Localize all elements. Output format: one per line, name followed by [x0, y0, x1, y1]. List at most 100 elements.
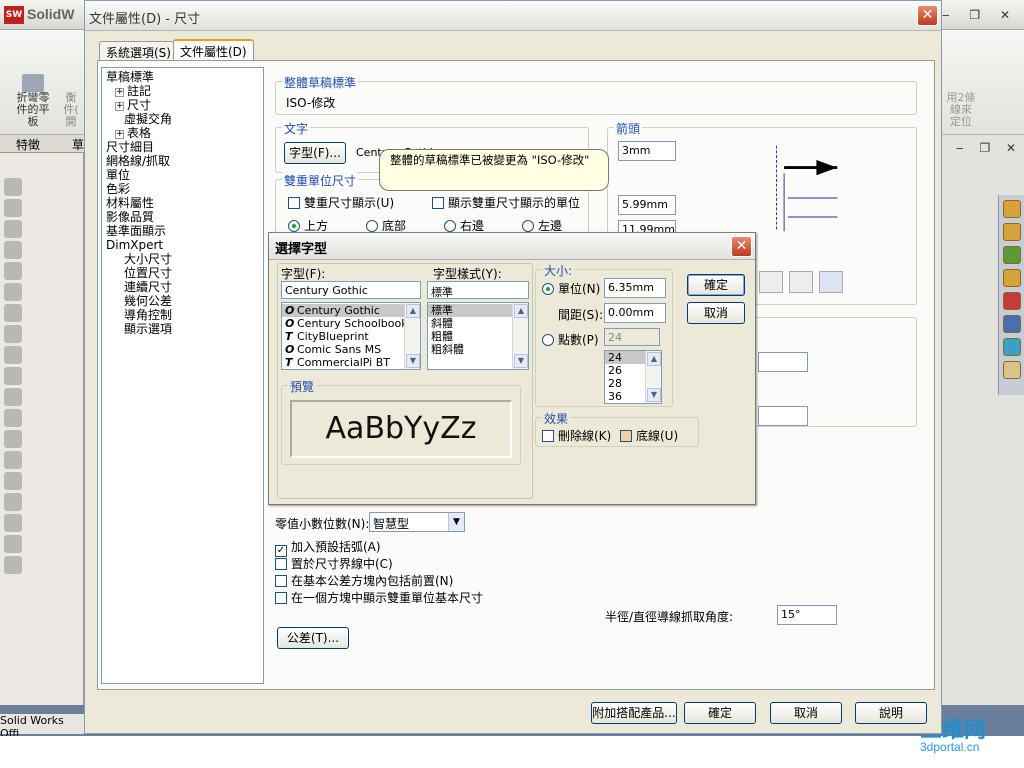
- font-list-item[interactable]: T CommercialPi BT: [282, 356, 420, 369]
- tree-item[interactable]: 網格線/抓取: [106, 154, 170, 168]
- dual-display-checkbox[interactable]: 雙重尺寸顯示(U): [288, 194, 394, 211]
- tree-item[interactable]: + 表格: [115, 126, 151, 140]
- feature-icon[interactable]: [4, 535, 22, 553]
- option-checkbox[interactable]: 置於尺寸界線中(C): [275, 555, 393, 572]
- tree-item[interactable]: + 尺寸: [115, 98, 151, 112]
- tree-item[interactable]: 尺寸細目: [106, 140, 154, 154]
- tree-item[interactable]: 單位: [106, 168, 130, 182]
- feature-icon[interactable]: [4, 451, 22, 469]
- view-palette-icon[interactable]: [1003, 315, 1021, 333]
- tree-item[interactable]: 草稿標準: [106, 70, 154, 84]
- arrow-style-smart-icon[interactable]: [819, 271, 843, 293]
- style-list-scrollbar[interactable]: ▲ ▼: [512, 303, 528, 369]
- point-list-scrollbar[interactable]: ▲ ▼: [645, 351, 661, 403]
- font-ok-button[interactable]: 確定: [687, 274, 745, 296]
- arrow-style-outside-icon[interactable]: [789, 271, 813, 293]
- tree-item[interactable]: 色彩: [106, 182, 130, 196]
- toolbox-icon[interactable]: [1003, 292, 1021, 310]
- feature-icon[interactable]: [4, 283, 22, 301]
- tree-item[interactable]: 連續尺寸: [124, 280, 172, 294]
- feature-icon[interactable]: [4, 388, 22, 406]
- feature-icon[interactable]: [4, 367, 22, 385]
- style-input[interactable]: 標準: [427, 281, 529, 299]
- feature-icon[interactable]: [4, 241, 22, 259]
- cancel-button[interactable]: 取消: [770, 702, 842, 724]
- chevron-down-icon[interactable]: ▼: [514, 354, 528, 368]
- radial-snap-field[interactable]: 15°: [777, 605, 837, 625]
- tolerance-button[interactable]: 公差(T)...: [277, 627, 349, 649]
- tree-item[interactable]: 位置尺寸: [124, 266, 172, 280]
- checkbox-box[interactable]: [275, 592, 287, 604]
- strikeout-checkbox[interactable]: 刪除線(K): [542, 427, 611, 444]
- app-window-controls[interactable]: ‒ ❐ ✕: [942, 8, 1018, 22]
- tree-item[interactable]: + 註記: [115, 84, 151, 98]
- feature-icon[interactable]: [4, 556, 22, 574]
- checkbox-box[interactable]: [275, 575, 287, 587]
- style-list[interactable]: 標準 斜體 粗體 粗斜體 ▲ ▼: [427, 302, 529, 370]
- chevron-down-icon[interactable]: ▼: [448, 513, 464, 531]
- font-list-item[interactable]: T CityBlueprint: [282, 330, 420, 343]
- points-field[interactable]: 24: [604, 328, 660, 346]
- document-window-controls[interactable]: ‒ ❐ ✕: [956, 141, 1022, 155]
- ok-button[interactable]: 確定: [684, 702, 756, 724]
- folder-icon[interactable]: [1003, 269, 1021, 287]
- tab-sketch[interactable]: 草: [72, 136, 84, 153]
- feature-icon[interactable]: [4, 514, 22, 532]
- feature-icon[interactable]: [4, 262, 22, 280]
- sheet-metal-flatten-icon[interactable]: [22, 74, 44, 92]
- tree-item[interactable]: 幾何公差: [124, 294, 172, 308]
- chevron-down-icon[interactable]: ▼: [647, 388, 661, 402]
- expand-plus-icon[interactable]: +: [115, 88, 124, 97]
- font-list-scrollbar[interactable]: ▲ ▼: [404, 303, 420, 369]
- chevron-up-icon[interactable]: ▲: [406, 304, 420, 318]
- tree-item[interactable]: 導角控制: [124, 308, 172, 322]
- chevron-up-icon[interactable]: ▲: [514, 304, 528, 318]
- tree-item[interactable]: 基準面顯示: [106, 224, 166, 238]
- offset-field-2[interactable]: [758, 406, 808, 426]
- option-checkbox[interactable]: 在一個方塊中顯示雙重單位基本尺寸: [275, 589, 483, 606]
- tree-item[interactable]: 顯示選項: [124, 322, 172, 336]
- offset-field-1[interactable]: [758, 352, 808, 372]
- add-config-button[interactable]: 附加搭配產品...: [591, 702, 677, 724]
- tree-item[interactable]: 虛擬交角: [124, 112, 172, 126]
- zero-decimals-select[interactable]: 智慧型 ▼: [369, 512, 465, 532]
- dialog-close-button[interactable]: ✕: [917, 5, 938, 26]
- feature-icon[interactable]: [4, 346, 22, 364]
- tree-item[interactable]: 影像品質: [106, 210, 154, 224]
- tree-item[interactable]: 材料屬性: [106, 196, 154, 210]
- expand-plus-icon[interactable]: +: [115, 102, 124, 111]
- arrow-style-inside-icon[interactable]: [759, 271, 783, 293]
- font-cancel-button[interactable]: 取消: [687, 302, 745, 324]
- toolbar-right-label[interactable]: 用2條 線來 定位: [942, 92, 980, 128]
- font-list-item[interactable]: O Comic Sans MS: [282, 343, 420, 356]
- chevron-down-icon[interactable]: ▼: [406, 354, 420, 368]
- tab-features[interactable]: 特徵: [16, 136, 40, 153]
- feature-icon[interactable]: [4, 199, 22, 217]
- tree-item[interactable]: 大小尺寸: [124, 252, 172, 266]
- arrow-height-field[interactable]: 3mm: [618, 141, 676, 161]
- part-icon[interactable]: [4, 178, 22, 196]
- dual-units-checkbox[interactable]: 顯示雙重尺寸顯示的單位: [432, 194, 580, 211]
- feature-icon[interactable]: [4, 220, 22, 238]
- chevron-up-icon[interactable]: ▲: [647, 352, 661, 366]
- custom-properties-icon[interactable]: [1003, 361, 1021, 379]
- point-size-list[interactable]: 24 26 28 36 ▲ ▼: [604, 350, 662, 404]
- home-icon[interactable]: [1003, 223, 1021, 241]
- design-library-icon[interactable]: [1003, 246, 1021, 264]
- tab-system-options[interactable]: 系統選項(S): [99, 41, 178, 61]
- font-list-item[interactable]: O Century Schoolbook: [282, 317, 420, 330]
- feature-icon[interactable]: [4, 472, 22, 490]
- feature-icon[interactable]: [4, 304, 22, 322]
- help-button[interactable]: 說明: [855, 702, 927, 724]
- expand-plus-icon[interactable]: +: [115, 130, 124, 139]
- font-name-input[interactable]: Century Gothic: [281, 281, 421, 299]
- arrow-width-field[interactable]: 5.99mm: [618, 195, 676, 215]
- feature-icon[interactable]: [4, 325, 22, 343]
- font-list[interactable]: O Century Gothic O Century Schoolbook T CityB…: [281, 302, 421, 370]
- font-button[interactable]: 字型(F)...: [284, 142, 346, 164]
- toolbar-partial-label[interactable]: 衡件(開: [60, 92, 82, 128]
- units-field[interactable]: 6.35mm: [604, 278, 666, 298]
- tree-item[interactable]: DimXpert: [106, 238, 163, 252]
- font-dialog-close-button[interactable]: ✕: [731, 236, 752, 257]
- feature-icon[interactable]: [4, 409, 22, 427]
